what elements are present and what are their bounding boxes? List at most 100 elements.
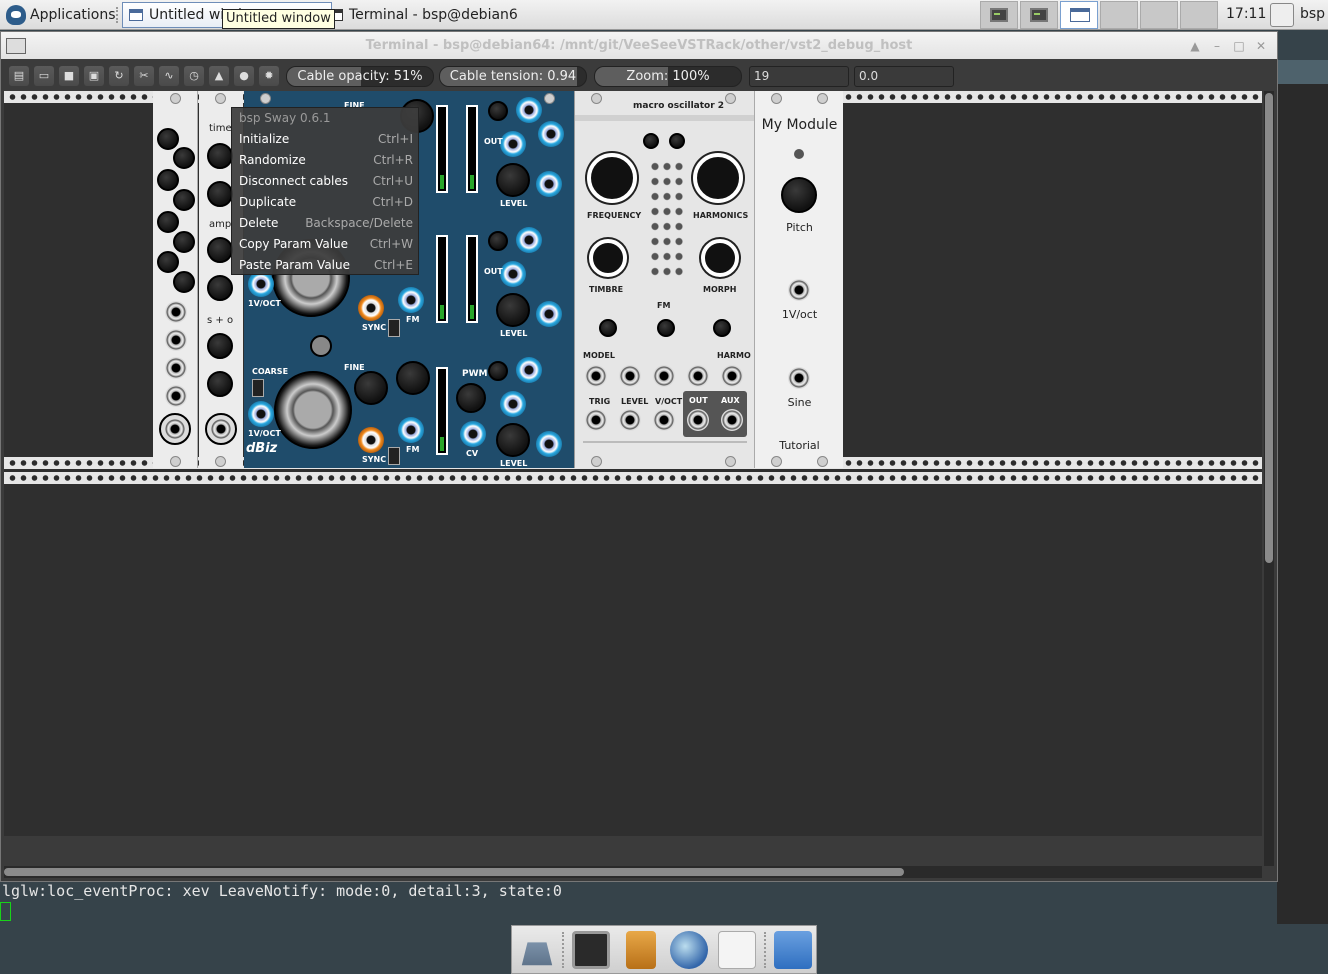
terminal-launcher-icon[interactable] bbox=[572, 931, 610, 969]
input-jack[interactable] bbox=[165, 329, 187, 351]
model-button[interactable] bbox=[643, 133, 659, 149]
knob[interactable] bbox=[207, 275, 233, 301]
show-desktop-icon[interactable] bbox=[521, 942, 553, 966]
harmonics-knob[interactable] bbox=[693, 153, 743, 203]
aux-jack[interactable] bbox=[721, 409, 743, 431]
output-jack[interactable] bbox=[536, 171, 562, 197]
menu-item-initialize[interactable]: Initialize Ctrl+I bbox=[232, 129, 420, 150]
sample-rate-icon[interactable]: ◷ bbox=[184, 66, 204, 86]
level-knob[interactable] bbox=[496, 163, 530, 197]
input-jack[interactable] bbox=[165, 385, 187, 407]
output-jack[interactable] bbox=[516, 227, 542, 253]
maximize-icon[interactable]: □ bbox=[1231, 38, 1247, 54]
fm-jack[interactable] bbox=[398, 417, 424, 443]
voct-jack[interactable] bbox=[248, 401, 274, 427]
output-jack[interactable] bbox=[500, 261, 526, 287]
web-browser-icon[interactable] bbox=[670, 931, 708, 969]
knob[interactable] bbox=[173, 147, 195, 169]
fm-cv-jack[interactable] bbox=[653, 365, 675, 387]
applications-menu[interactable]: Applications bbox=[2, 2, 120, 28]
timbre-knob[interactable] bbox=[589, 239, 627, 277]
file-manager-launcher-icon[interactable] bbox=[626, 931, 656, 969]
settings-icon[interactable]: ✹ bbox=[259, 66, 279, 86]
trig-jack[interactable] bbox=[585, 409, 607, 431]
shade-icon[interactable]: ▲ bbox=[1187, 38, 1203, 54]
network-icon[interactable] bbox=[1270, 3, 1294, 27]
output-jack[interactable] bbox=[205, 413, 237, 445]
amp-knob[interactable] bbox=[207, 237, 233, 263]
attenuverter-knob[interactable] bbox=[599, 319, 617, 337]
app-finder-icon[interactable] bbox=[718, 931, 756, 969]
knob[interactable] bbox=[488, 101, 508, 121]
plugin-icon[interactable]: ● bbox=[234, 66, 254, 86]
harmo-cv-jack[interactable] bbox=[721, 365, 743, 387]
model-button[interactable] bbox=[669, 133, 685, 149]
knob[interactable] bbox=[207, 181, 233, 207]
pwm-knob[interactable] bbox=[456, 383, 486, 413]
timbre-cv-jack[interactable] bbox=[619, 365, 641, 387]
input-jack[interactable] bbox=[165, 301, 187, 323]
sine-jack[interactable] bbox=[788, 367, 810, 389]
toggle-switch[interactable] bbox=[388, 319, 400, 337]
knob[interactable] bbox=[173, 189, 195, 211]
voct-jack[interactable] bbox=[653, 409, 675, 431]
input-jack[interactable] bbox=[165, 357, 187, 379]
menu-item-randomize[interactable]: Randomize Ctrl+R bbox=[232, 150, 420, 171]
numeric-field-2[interactable]: 0.0 bbox=[854, 66, 954, 87]
workspace-4[interactable] bbox=[1100, 1, 1138, 29]
workspace-6[interactable] bbox=[1180, 1, 1218, 29]
fine-knob[interactable] bbox=[354, 371, 388, 405]
knob[interactable] bbox=[157, 169, 179, 191]
sync-jack[interactable] bbox=[358, 295, 384, 321]
morph-cv-jack[interactable] bbox=[687, 365, 709, 387]
user-name[interactable]: bsp bbox=[1300, 6, 1325, 22]
module-bsp-mini[interactable] bbox=[153, 91, 198, 468]
scrollbar-thumb[interactable] bbox=[1265, 93, 1273, 563]
coarse-knob[interactable] bbox=[274, 371, 352, 449]
rack-area[interactable]: time amp s + o FINE 1V/OCT SYNC FM COARS… bbox=[4, 91, 1262, 836]
workspace-5[interactable] bbox=[1140, 1, 1178, 29]
vertical-scrollbar[interactable] bbox=[1264, 91, 1274, 866]
zoom-slider[interactable]: Zoom: 100% bbox=[594, 66, 742, 87]
window-titlebar[interactable]: Terminal - bsp@debian64: /mnt/git/VeeSee… bbox=[1, 32, 1277, 59]
cable-opacity-slider[interactable]: Cable opacity: 51% bbox=[286, 66, 434, 87]
knob[interactable] bbox=[488, 231, 508, 251]
lock-icon[interactable]: ▲ bbox=[209, 66, 229, 86]
open-file-icon[interactable]: ▭ bbox=[34, 66, 54, 86]
workspace-1[interactable] bbox=[980, 1, 1018, 29]
model-cv-jack[interactable] bbox=[585, 365, 607, 387]
voct-jack[interactable] bbox=[788, 279, 810, 301]
revert-icon[interactable]: ↻ bbox=[109, 66, 129, 86]
new-file-icon[interactable]: ▤ bbox=[9, 66, 29, 86]
power-meter-icon[interactable]: ∿ bbox=[159, 66, 179, 86]
level-knob[interactable] bbox=[496, 293, 530, 327]
attenuverter-knob[interactable] bbox=[713, 319, 731, 337]
knob[interactable] bbox=[157, 211, 179, 233]
pitch-knob[interactable] bbox=[781, 177, 817, 213]
time-knob[interactable] bbox=[207, 143, 233, 169]
output-jack[interactable] bbox=[516, 357, 542, 383]
knob[interactable] bbox=[173, 231, 195, 253]
knob[interactable] bbox=[207, 333, 233, 359]
output-jack[interactable] bbox=[516, 97, 542, 123]
knob[interactable] bbox=[488, 361, 508, 381]
save-icon[interactable]: ■ bbox=[59, 66, 79, 86]
knob[interactable] bbox=[157, 251, 179, 273]
save-as-icon[interactable]: ▣ bbox=[84, 66, 104, 86]
menu-item-disconnect-cables[interactable]: Disconnect cables Ctrl+U bbox=[232, 171, 420, 192]
module-macro-oscillator[interactable]: macro oscillator 2 FREQUENCY HARMONICS T… bbox=[574, 91, 754, 468]
close-icon[interactable]: ✕ bbox=[1253, 38, 1269, 54]
knob[interactable] bbox=[310, 335, 332, 357]
knob[interactable] bbox=[157, 128, 179, 150]
menu-item-paste-param-value[interactable]: Paste Param Value Ctrl+E bbox=[232, 255, 420, 276]
frequency-knob[interactable] bbox=[587, 153, 637, 203]
output-jack[interactable] bbox=[500, 131, 526, 157]
output-jack[interactable] bbox=[500, 391, 526, 417]
task-terminal[interactable]: Terminal - bsp@debian6... bbox=[322, 2, 520, 28]
knob[interactable] bbox=[207, 371, 233, 397]
output-jack[interactable] bbox=[536, 431, 562, 457]
horizontal-scrollbar[interactable] bbox=[4, 866, 1262, 878]
module-my-module[interactable]: My Module Pitch 1V/oct Sine Tutorial bbox=[754, 91, 843, 468]
toggle-switch[interactable] bbox=[388, 447, 400, 465]
morph-knob[interactable] bbox=[701, 239, 739, 277]
